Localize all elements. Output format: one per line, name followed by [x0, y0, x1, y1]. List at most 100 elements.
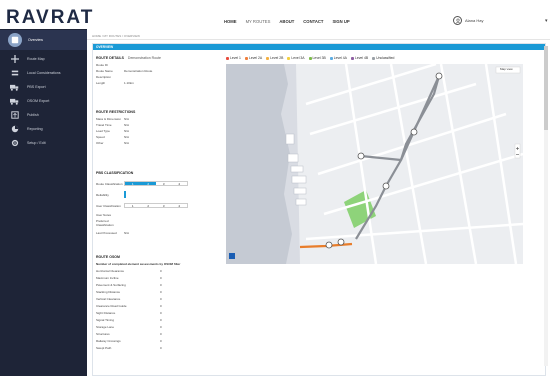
route-level-option[interactable]: 3 — [156, 182, 172, 186]
osom-row: Railway Crossings 0 — [96, 339, 162, 343]
osom-row: Horizontal Clearance 0 — [96, 269, 162, 273]
panel-title: OVERVIEW — [93, 44, 545, 50]
nav-home[interactable]: HOME — [224, 19, 237, 24]
sidebar-item-label: Overview — [28, 38, 43, 42]
route-level-option[interactable]: 4 — [172, 182, 188, 186]
osom-row-value: 0 — [160, 283, 162, 287]
sidebar-item-label: Setup / Edit — [27, 141, 46, 145]
page-scrollbar[interactable] — [544, 46, 548, 366]
user-notes-label: User Notes — [96, 213, 112, 217]
legend-swatch-icon — [266, 56, 270, 60]
sidebar-item-pbs-export[interactable]: PBS Export — [0, 80, 87, 94]
overview-icon — [8, 33, 22, 47]
osom-row: Pavement & Surfacing 0 — [96, 283, 162, 287]
sidebar-item-osom-export[interactable]: OSOM Export — [0, 94, 87, 108]
restriction-row: Mass & Dimension N/A — [96, 117, 130, 121]
sidebar-item-label: Local Considerations — [27, 71, 61, 75]
route-osom-subheading: Number of completed element assessments … — [96, 262, 181, 266]
osom-row: Sight Distance 0 — [96, 311, 162, 315]
osom-row-value: 0 — [160, 318, 162, 322]
map-legend: Level 1 Level 2A Level 2B Level 3A Level 3B L… — [226, 56, 394, 60]
osom-row-label: Stacking Distance — [96, 290, 121, 294]
user-level-option[interactable]: 2 — [141, 204, 157, 208]
map-canvas[interactable] — [226, 64, 523, 264]
route-level-option[interactable]: 1 — [125, 182, 141, 186]
last-processed-row: Last Processed N/A — [96, 231, 130, 235]
restriction-row: Travel Time N/A — [96, 123, 130, 127]
nav-signup[interactable]: SIGN UP — [332, 19, 349, 24]
legend-label: Level 3A — [291, 56, 305, 60]
sidebar-item-overview[interactable]: Overview — [0, 30, 87, 50]
legend-swatch-icon — [287, 56, 291, 60]
osom-row: Vertical Clearance 0 — [96, 297, 162, 301]
reporting-icon — [8, 123, 21, 135]
legend-swatch-icon — [350, 56, 354, 60]
osom-row-label: Sight Distance — [96, 311, 116, 315]
sidebar-item-setup[interactable]: Setup / Edit — [0, 136, 87, 150]
user-caret-icon[interactable]: ▾ — [545, 18, 548, 24]
restriction-row: Speed N/A — [96, 135, 130, 139]
restriction-row: Load Type N/A — [96, 129, 130, 133]
pbs-classification-heading: PBS CLASSIFICATION — [96, 171, 134, 175]
user-name: Alana Hay — [465, 18, 484, 23]
legend-swatch-icon — [244, 56, 248, 60]
nav-contact[interactable]: CONTACT — [303, 19, 323, 24]
settings-icon — [8, 137, 21, 149]
app-logo[interactable]: RAVRAT — [6, 7, 94, 29]
sidebar-item-publish[interactable]: Publish — [0, 108, 87, 122]
sidebar-item-reporting[interactable]: Reporting — [0, 122, 87, 136]
legend-item[interactable]: Level 3A — [287, 56, 305, 60]
legend-item[interactable]: Unclassified — [372, 56, 394, 60]
user-level-option[interactable]: 4 — [172, 204, 188, 208]
osom-row: Clearance Road Guide 0 — [96, 304, 162, 308]
osom-row-value: 0 — [160, 290, 162, 294]
legend-item[interactable]: Level 2B — [266, 56, 283, 60]
osom-row-label: Clearance Road Guide — [96, 304, 127, 308]
detail-row: Description — [96, 75, 112, 79]
sidebar-item-route-map[interactable]: Route Map — [0, 52, 87, 66]
legend-swatch-icon — [226, 56, 229, 60]
route-details-heading: ROUTE DETAILS Demonstration Route — [96, 56, 161, 60]
legend-label: Level 4A — [333, 56, 347, 60]
route-osom-heading: ROUTE OSOM — [96, 255, 120, 259]
truck-icon — [8, 95, 21, 107]
route-map[interactable]: Map view — [226, 64, 523, 264]
legend-label: Level 4B — [354, 56, 369, 60]
legend-swatch-icon — [329, 56, 333, 60]
osom-row-value: 0 — [160, 346, 162, 350]
map-type-label[interactable]: Map view — [500, 67, 513, 71]
breadcrumb: HOME / MY ROUTES / OVERVIEW — [92, 34, 140, 38]
route-level-option[interactable]: 2 — [140, 182, 156, 186]
user-level-option[interactable]: 1 — [125, 204, 141, 208]
user-menu[interactable]: Alana Hay — [453, 16, 483, 25]
route-classification-selector[interactable]: 1 2 3 4 — [124, 181, 188, 186]
osom-row: Structures 0 — [96, 332, 162, 336]
legend-item[interactable]: Level 2A — [244, 56, 262, 60]
user-classification-selector[interactable]: 1 2 3 4 — [124, 203, 188, 208]
legend-label: Level 2B — [270, 56, 284, 60]
user-level-option[interactable]: 3 — [156, 204, 172, 208]
legend-item[interactable]: Level 1 — [226, 56, 241, 60]
main-nav: HOME MY ROUTES ABOUT CONTACT SIGN UP — [224, 19, 350, 24]
user-icon — [453, 16, 462, 25]
sidebar-item-label: OSOM Export — [27, 99, 50, 103]
legend-item[interactable]: Level 4A — [329, 56, 347, 60]
sidebar-item-local-considerations[interactable]: Local Considerations — [0, 66, 87, 80]
legend-item[interactable]: Level 3B — [308, 56, 326, 60]
local-considerations-icon — [8, 67, 21, 79]
osom-row-value: 0 — [160, 339, 162, 343]
osom-row: Signal Timing 0 — [96, 318, 162, 322]
osom-row-label: Swept Path — [96, 346, 112, 350]
osom-row-value: 0 — [160, 311, 162, 315]
scrollbar-thumb[interactable] — [544, 46, 548, 130]
osom-row-label: Horizontal Clearance — [96, 269, 125, 273]
nav-my-routes[interactable]: MY ROUTES — [246, 19, 271, 24]
detail-row: Route Name Demonstration Route — [96, 69, 153, 73]
nav-about[interactable]: ABOUT — [279, 19, 294, 24]
osom-row-label: Structures — [96, 332, 110, 336]
osom-row-label: Maximum Incline — [96, 276, 119, 280]
legend-item[interactable]: Level 4B — [350, 56, 369, 60]
reliability-bar — [124, 191, 126, 198]
legend-label: Unclassified — [376, 56, 395, 60]
osom-row: Storage Lane 0 — [96, 325, 162, 329]
